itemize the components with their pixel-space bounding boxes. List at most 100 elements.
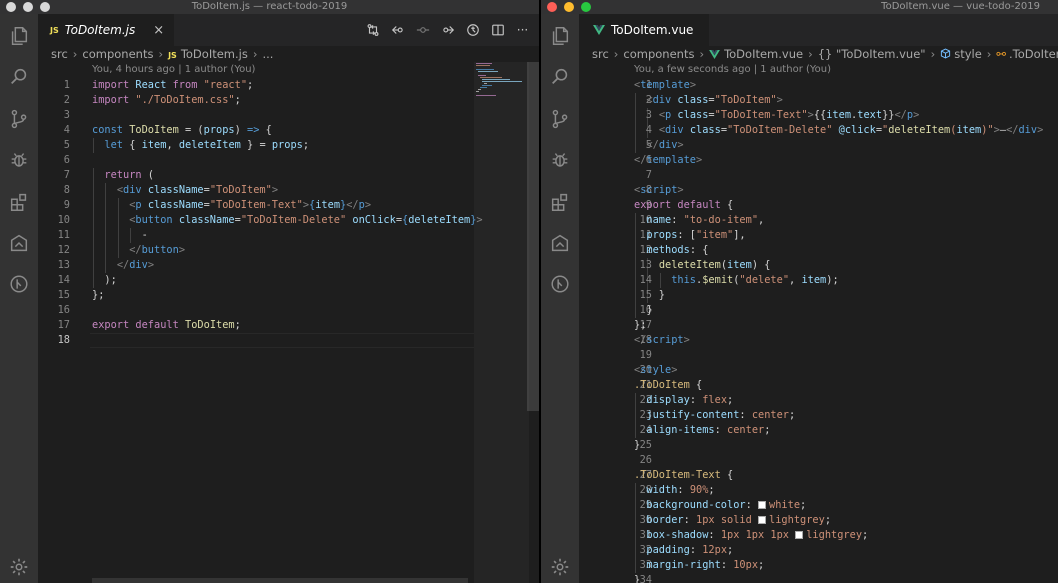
debug-button[interactable] bbox=[548, 148, 572, 172]
git-commit-button[interactable] bbox=[412, 20, 433, 40]
code-line[interactable]: 4 const ToDoItem = (props) => { bbox=[38, 123, 539, 138]
tab-todoitem-js[interactable]: JS ToDoItem.js × bbox=[38, 14, 175, 46]
search-button[interactable] bbox=[7, 65, 31, 89]
code-line[interactable]: 34} bbox=[579, 573, 1058, 583]
code-line[interactable]: 16 } bbox=[579, 303, 1058, 318]
code-line[interactable]: 15}; bbox=[38, 288, 539, 303]
code-line[interactable]: 2 <div class="ToDoItem"> bbox=[579, 93, 1058, 108]
code-line[interactable]: 17 export default ToDoItem; bbox=[38, 318, 539, 333]
code-line[interactable]: 9 export default { bbox=[579, 198, 1058, 213]
breadcrumb-file[interactable]: ToDoItem.vue bbox=[724, 47, 803, 61]
next-change-button[interactable] bbox=[437, 20, 458, 40]
code-line[interactable]: 15 } bbox=[579, 288, 1058, 303]
code-line[interactable]: 10 name: "to-do-item", bbox=[579, 213, 1058, 228]
open-changes-button[interactable] bbox=[362, 20, 383, 40]
minimap[interactable] bbox=[474, 62, 529, 112]
previous-change-button[interactable] bbox=[387, 20, 408, 40]
breadcrumb-components[interactable]: components bbox=[82, 47, 153, 61]
code-line[interactable]: 27 .ToDoItem-Text { bbox=[579, 468, 1058, 483]
files-button[interactable] bbox=[548, 24, 572, 48]
horizontal-scrollbar[interactable] bbox=[92, 578, 468, 583]
code-line[interactable]: 28 width: 90%; bbox=[579, 483, 1058, 498]
settings-gear-button[interactable] bbox=[548, 555, 572, 579]
code-line[interactable]: 17}; bbox=[579, 318, 1058, 333]
split-editor-button[interactable] bbox=[487, 20, 508, 40]
breadcrumb-symbol[interactable]: ... bbox=[262, 47, 273, 61]
remote-explorer-button[interactable] bbox=[548, 231, 572, 255]
source-control-button[interactable] bbox=[548, 107, 572, 131]
remote-explorer-button[interactable] bbox=[7, 231, 31, 255]
color-swatch[interactable] bbox=[758, 516, 767, 524]
zoom-window-button[interactable] bbox=[581, 2, 591, 12]
code-line[interactable]: 8 <div className="ToDoItem"> bbox=[38, 183, 539, 198]
code-line[interactable]: 13 deleteItem(item) { bbox=[579, 258, 1058, 273]
code-line[interactable]: 6 bbox=[38, 153, 539, 168]
code-line[interactable]: 7 bbox=[579, 168, 1058, 183]
gitlens-button[interactable] bbox=[7, 272, 31, 296]
breadcrumb-file[interactable]: ToDoItem.js bbox=[181, 47, 248, 61]
code-line[interactable]: 20 <style> bbox=[579, 363, 1058, 378]
code-line[interactable]: 6 </template> bbox=[579, 153, 1058, 168]
code-line[interactable]: 32 padding: 12px; bbox=[579, 543, 1058, 558]
left-code-editor[interactable]: 1 import React from "react"; 2 import "./To… bbox=[38, 78, 539, 583]
code-line[interactable]: 29 background-color: white; bbox=[579, 498, 1058, 513]
code-line[interactable]: 18 </script> bbox=[579, 333, 1058, 348]
more-actions-button[interactable]: ··· bbox=[512, 20, 533, 40]
code-line[interactable]: 26 bbox=[579, 453, 1058, 468]
code-line[interactable]: 1 <template> bbox=[579, 78, 1058, 93]
code-line[interactable]: 3 bbox=[38, 108, 539, 123]
breadcrumb-style[interactable]: style bbox=[954, 47, 982, 61]
debug-button[interactable] bbox=[7, 148, 31, 172]
breadcrumb-selector[interactable]: .ToDoItem-Delete bbox=[1009, 47, 1058, 61]
code-line[interactable]: 24 align-items: center; bbox=[579, 423, 1058, 438]
settings-gear-button[interactable] bbox=[7, 555, 31, 579]
minimize-window-button[interactable] bbox=[23, 2, 33, 12]
code-line[interactable]: 22 display: flex; bbox=[579, 393, 1058, 408]
extensions-button[interactable] bbox=[548, 190, 572, 214]
files-button[interactable] bbox=[7, 24, 31, 48]
timeline-button[interactable] bbox=[462, 20, 483, 40]
zoom-window-button[interactable] bbox=[40, 2, 50, 12]
code-line[interactable]: 5 </div> bbox=[579, 138, 1058, 153]
code-line[interactable]: 19 bbox=[579, 348, 1058, 363]
code-line[interactable]: 10 <button className="ToDoItem-Delete" o… bbox=[38, 213, 539, 228]
code-line[interactable]: 14 ); bbox=[38, 273, 539, 288]
git-blame-codelens[interactable]: You, a few seconds ago | 1 author (You) bbox=[634, 62, 831, 78]
gitlens-button[interactable] bbox=[548, 272, 572, 296]
breadcrumb-src[interactable]: src bbox=[51, 47, 68, 61]
code-line[interactable]: 4 <div class="ToDoItem-Delete" @click="d… bbox=[579, 123, 1058, 138]
color-swatch[interactable] bbox=[795, 531, 804, 539]
code-line[interactable]: 31 box-shadow: 1px 1px 1px lightgrey; bbox=[579, 528, 1058, 543]
code-line[interactable]: 21 .ToDoItem { bbox=[579, 378, 1058, 393]
breadcrumb-symbol-vue[interactable]: "ToDoItem.vue" bbox=[836, 47, 926, 61]
code-line[interactable]: 16 bbox=[38, 303, 539, 318]
code-line[interactable]: 30 border: 1px solid lightgrey; bbox=[579, 513, 1058, 528]
source-control-button[interactable] bbox=[7, 107, 31, 131]
code-line[interactable]: 23 justify-content: center; bbox=[579, 408, 1058, 423]
breadcrumb-src[interactable]: src bbox=[592, 47, 609, 61]
code-line[interactable]: 12 </button> bbox=[38, 243, 539, 258]
code-line[interactable]: 33 margin-right: 10px; bbox=[579, 558, 1058, 573]
close-tab-icon[interactable]: × bbox=[153, 23, 164, 38]
minimize-window-button[interactable] bbox=[564, 2, 574, 12]
close-window-button[interactable] bbox=[547, 2, 557, 12]
code-line[interactable]: 5 let { item, deleteItem } = props; bbox=[38, 138, 539, 153]
code-line[interactable]: 7 return ( bbox=[38, 168, 539, 183]
tab-todoitem-vue[interactable]: ToDoItem.vue bbox=[579, 14, 710, 46]
code-line[interactable]: 11 props: ["item"], bbox=[579, 228, 1058, 243]
git-blame-codelens[interactable]: You, 4 hours ago | 1 author (You) bbox=[92, 62, 255, 78]
code-line[interactable]: 11 - bbox=[38, 228, 539, 243]
close-window-button[interactable] bbox=[6, 2, 16, 12]
code-line[interactable]: 14 this.$emit("delete", item); bbox=[579, 273, 1058, 288]
code-line[interactable]: 18 bbox=[38, 333, 539, 348]
code-line[interactable]: 13 </div> bbox=[38, 258, 539, 273]
color-swatch[interactable] bbox=[758, 501, 767, 509]
code-line[interactable]: 9 <p className="ToDoItem-Text">{item}</p… bbox=[38, 198, 539, 213]
code-line[interactable]: 3 <p class="ToDoItem-Text">{{item.text}}… bbox=[579, 108, 1058, 123]
code-line[interactable]: 12 methods: { bbox=[579, 243, 1058, 258]
vertical-scrollbar[interactable] bbox=[527, 62, 539, 411]
right-code-editor[interactable]: 1 <template> 2 <div class="ToDoItem"> 3 <p … bbox=[579, 78, 1058, 583]
code-line[interactable]: 1 import React from "react"; bbox=[38, 78, 539, 93]
search-button[interactable] bbox=[548, 65, 572, 89]
code-line[interactable]: 2 import "./ToDoItem.css"; bbox=[38, 93, 539, 108]
